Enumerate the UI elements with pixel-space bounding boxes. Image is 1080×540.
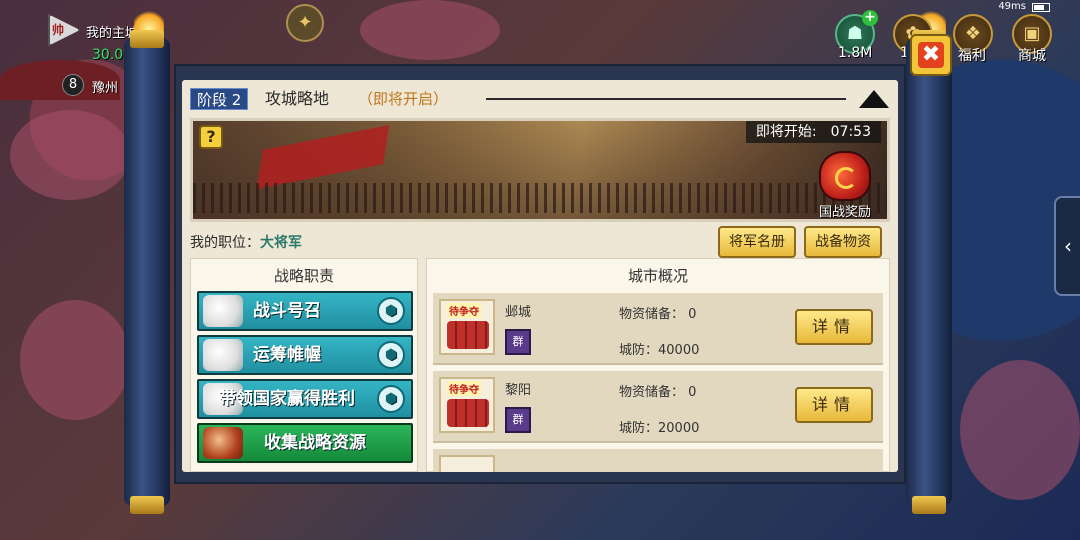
city-thumbnail — [439, 455, 495, 472]
battery-icon — [1032, 3, 1050, 12]
help-icon[interactable]: ? — [199, 125, 223, 149]
contest-tag: 待争夺 — [447, 303, 481, 318]
city-thumbnail: 待争夺 — [439, 377, 495, 433]
city-thumbnail: 待争夺 — [439, 299, 495, 355]
battle-banner: ? 即将开始: 07:53 国战奖励 — [190, 118, 890, 222]
city-name: 黎阳 — [505, 383, 532, 398]
side-panel-arrow-icon[interactable]: ‹ — [1054, 196, 1080, 296]
collapse-triangle-icon[interactable] — [859, 90, 889, 108]
city-defense: 城防：40000 — [619, 343, 700, 358]
contest-tag: 待争夺 — [447, 381, 481, 396]
city-row-partial — [433, 449, 883, 472]
duty-label: 带领国家赢得胜利 — [219, 389, 355, 409]
add-currency-icon[interactable]: + — [862, 10, 878, 26]
close-button[interactable]: ✖ — [910, 34, 952, 76]
stage-status: （即将开启） — [358, 90, 449, 108]
generals-roster-button[interactable]: 将军名册 — [718, 226, 796, 258]
scroll-rod-right — [906, 30, 952, 514]
duty-label: 运筹帷幄 — [253, 345, 321, 365]
city-supply: 物资储备： 0 — [619, 385, 697, 400]
war-supplies-button[interactable]: 战备物资 — [804, 226, 882, 258]
rank-emblem-icon: ⬢ — [377, 341, 405, 369]
scroll-rod-left — [124, 30, 170, 514]
player-level: 8 — [62, 74, 84, 96]
jade-currency-value: 1.8M — [838, 45, 873, 61]
faction-flag-label: 帅 — [52, 23, 65, 37]
duty-label: 收集战略资源 — [264, 433, 366, 453]
duty-label: 战斗号召 — [253, 301, 321, 321]
region-name: 豫州 — [92, 81, 119, 96]
shop-label: 商城 — [1018, 48, 1046, 64]
stage-badge: 阶段 2 — [190, 88, 249, 110]
war-dialog: 阶段 2 攻城略地 （即将开启） ? 即将开始: 07:53 国战奖励 我的职位：… — [182, 80, 898, 472]
city-overview-panel: 城市概况 待争夺 邺城 群 物资储备： 0 城防：40000 详情 待争夺 黎阳… — [426, 258, 890, 472]
rank-emblem-icon: ⬢ — [377, 297, 405, 325]
welfare-label: 福利 — [958, 48, 986, 64]
countdown: 即将开始: 07:53 — [745, 121, 881, 143]
countdown-label: 即将开始: — [755, 124, 817, 140]
faction-badge: 群 — [505, 329, 531, 355]
duty-strategize[interactable]: 运筹帷幄 ⬢ — [197, 335, 413, 375]
reward-bag-icon[interactable] — [819, 151, 871, 201]
city-supply: 物资储备： 0 — [619, 307, 697, 322]
strategy-title: 战略职责 — [273, 267, 334, 285]
city-overview-title: 城市概况 — [627, 267, 688, 285]
my-position: 我的职位：大将军 — [190, 232, 302, 252]
duty-collect-resources[interactable]: 收集战略资源 — [197, 423, 413, 463]
stage-title: 攻城略地 — [265, 89, 330, 108]
rank-emblem-icon: ⬢ — [377, 385, 405, 413]
reward-label: 国战奖励 — [818, 205, 871, 220]
city-defense: 城防：20000 — [619, 421, 700, 436]
city-row: 待争夺 邺城 群 物资储备： 0 城防：40000 详情 — [433, 293, 883, 365]
strategy-panel: 战略职责 战斗号召 ⬢ 运筹帷幄 ⬢ 带领国家赢得胜利 ⬢ 收集战略资源 — [190, 258, 418, 472]
duty-lead-victory[interactable]: 带领国家赢得胜利 ⬢ — [197, 379, 413, 419]
faction-badge: 群 — [505, 407, 531, 433]
stage-divider — [486, 98, 846, 100]
city-row: 待争夺 黎阳 群 物资储备： 0 城防：20000 详情 — [433, 371, 883, 443]
duty-battle-call[interactable]: 战斗号召 ⬢ — [197, 291, 413, 331]
city-detail-button[interactable]: 详情 — [795, 309, 873, 345]
ping-indicator: 49ms — [998, 1, 1026, 12]
position-value: 大将军 — [260, 235, 302, 251]
position-label: 我的职位： — [190, 235, 260, 251]
close-icon: ✖ — [918, 42, 944, 68]
countdown-time: 07:53 — [830, 124, 871, 140]
city-name: 邺城 — [505, 305, 532, 320]
city-detail-button[interactable]: 详情 — [795, 387, 873, 423]
wheat-icon[interactable]: ✦ — [286, 4, 324, 42]
